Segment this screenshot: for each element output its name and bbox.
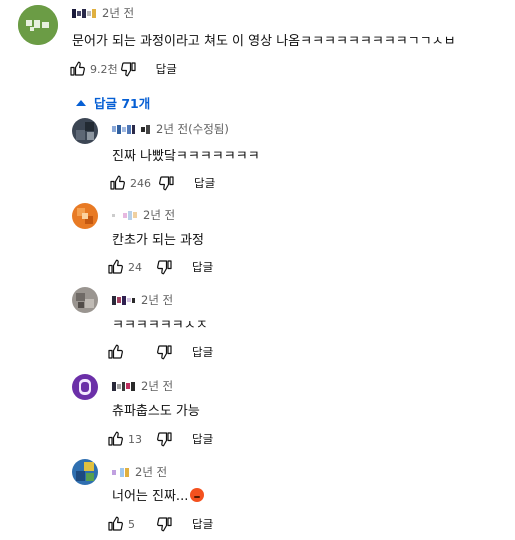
comment-text: 너어는 진짜...	[112, 485, 205, 504]
reply-button[interactable]: 답글	[192, 431, 213, 447]
comment-meta: 2년 전	[112, 207, 175, 223]
avatar[interactable]	[72, 374, 98, 400]
comment-time[interactable]: 2년 전	[135, 464, 167, 480]
dislike-icon[interactable]	[120, 60, 138, 78]
like-count: 5	[128, 517, 135, 531]
author-name[interactable]	[112, 381, 135, 391]
avatar[interactable]	[72, 459, 98, 485]
comment-time[interactable]: 2년 전	[143, 207, 175, 223]
author-name[interactable]	[112, 210, 137, 220]
chevron-up-icon	[76, 99, 86, 106]
comment-actions: 24 답글	[106, 256, 213, 278]
avatar-image	[72, 118, 98, 144]
comment-time[interactable]: 2년 전	[141, 292, 173, 308]
reply-button[interactable]: 답글	[192, 344, 213, 360]
author-name[interactable]	[72, 8, 96, 18]
avatar[interactable]	[18, 5, 58, 45]
like-count: 24	[128, 260, 142, 274]
like-icon[interactable]	[108, 174, 126, 192]
author-name[interactable]	[112, 124, 150, 134]
like-icon[interactable]	[106, 343, 124, 361]
comment-meta: 2년 전(수정됨)	[112, 121, 229, 137]
comment-actions: 5 답글	[106, 513, 213, 535]
like-icon[interactable]	[106, 515, 124, 533]
comment-actions: 13 답글	[106, 428, 213, 450]
avatar-image	[72, 203, 98, 229]
comment-time[interactable]: 2년 전(수정됨)	[156, 121, 229, 137]
avatar-image	[72, 459, 98, 485]
reply-button[interactable]: 답글	[156, 61, 177, 77]
avatar-image	[72, 287, 98, 313]
like-count: 9.2천	[90, 63, 118, 76]
reply-button[interactable]: 답글	[192, 516, 213, 532]
like-icon[interactable]	[68, 60, 86, 78]
dislike-icon[interactable]	[158, 174, 176, 192]
dislike-icon[interactable]	[156, 515, 174, 533]
comment-text: 문어가 되는 과정이라고 쳐도 이 영상 나옴ㅋㅋㅋㅋㅋㅋㅋㅋㅋㄱㄱㅅㅂ	[72, 34, 456, 49]
comment-text-content: 너어는 진짜...	[112, 489, 189, 504]
comment-meta: 2년 전	[72, 5, 134, 21]
like-icon[interactable]	[106, 430, 124, 448]
reply-button[interactable]: 답글	[192, 259, 213, 275]
comment-time[interactable]: 2년 전	[141, 378, 173, 394]
avatar[interactable]	[72, 203, 98, 229]
like-count: 13	[128, 432, 142, 446]
comment-actions: 답글	[106, 341, 213, 363]
comment-meta: 2년 전	[112, 292, 173, 308]
comment-text: ㅋㅋㅋㅋㅋㅋㅅㅈ	[112, 318, 208, 333]
comment-text: 츄파춥스도 가능	[112, 404, 200, 419]
reply-button[interactable]: 답글	[194, 175, 215, 191]
angry-face-emoji-icon	[190, 488, 205, 502]
avatar-image	[72, 374, 98, 400]
comment-actions: 246 답글	[108, 172, 215, 194]
avatar-image	[18, 5, 58, 45]
comment-time[interactable]: 2년 전	[102, 5, 134, 21]
comment-text: 진짜 나빴닼ㅋㅋㅋㅋㅋㅋㅋ	[112, 149, 260, 164]
dislike-icon[interactable]	[156, 430, 174, 448]
replies-count-label: 답글 71개	[94, 96, 151, 111]
dislike-icon[interactable]	[156, 258, 174, 276]
replies-toggle-button[interactable]: 답글 71개	[76, 93, 150, 112]
dislike-icon[interactable]	[156, 343, 174, 361]
comment-meta: 2년 전	[112, 378, 173, 394]
like-count: 246	[130, 176, 151, 190]
author-name[interactable]	[112, 467, 129, 477]
comment-actions: 9.2천 답글	[68, 58, 177, 80]
avatar[interactable]	[72, 287, 98, 313]
like-icon[interactable]	[106, 258, 124, 276]
author-name[interactable]	[112, 295, 135, 305]
comment-text: 칸초가 되는 과정	[112, 233, 204, 248]
comment-meta: 2년 전	[112, 464, 167, 480]
avatar[interactable]	[72, 118, 98, 144]
